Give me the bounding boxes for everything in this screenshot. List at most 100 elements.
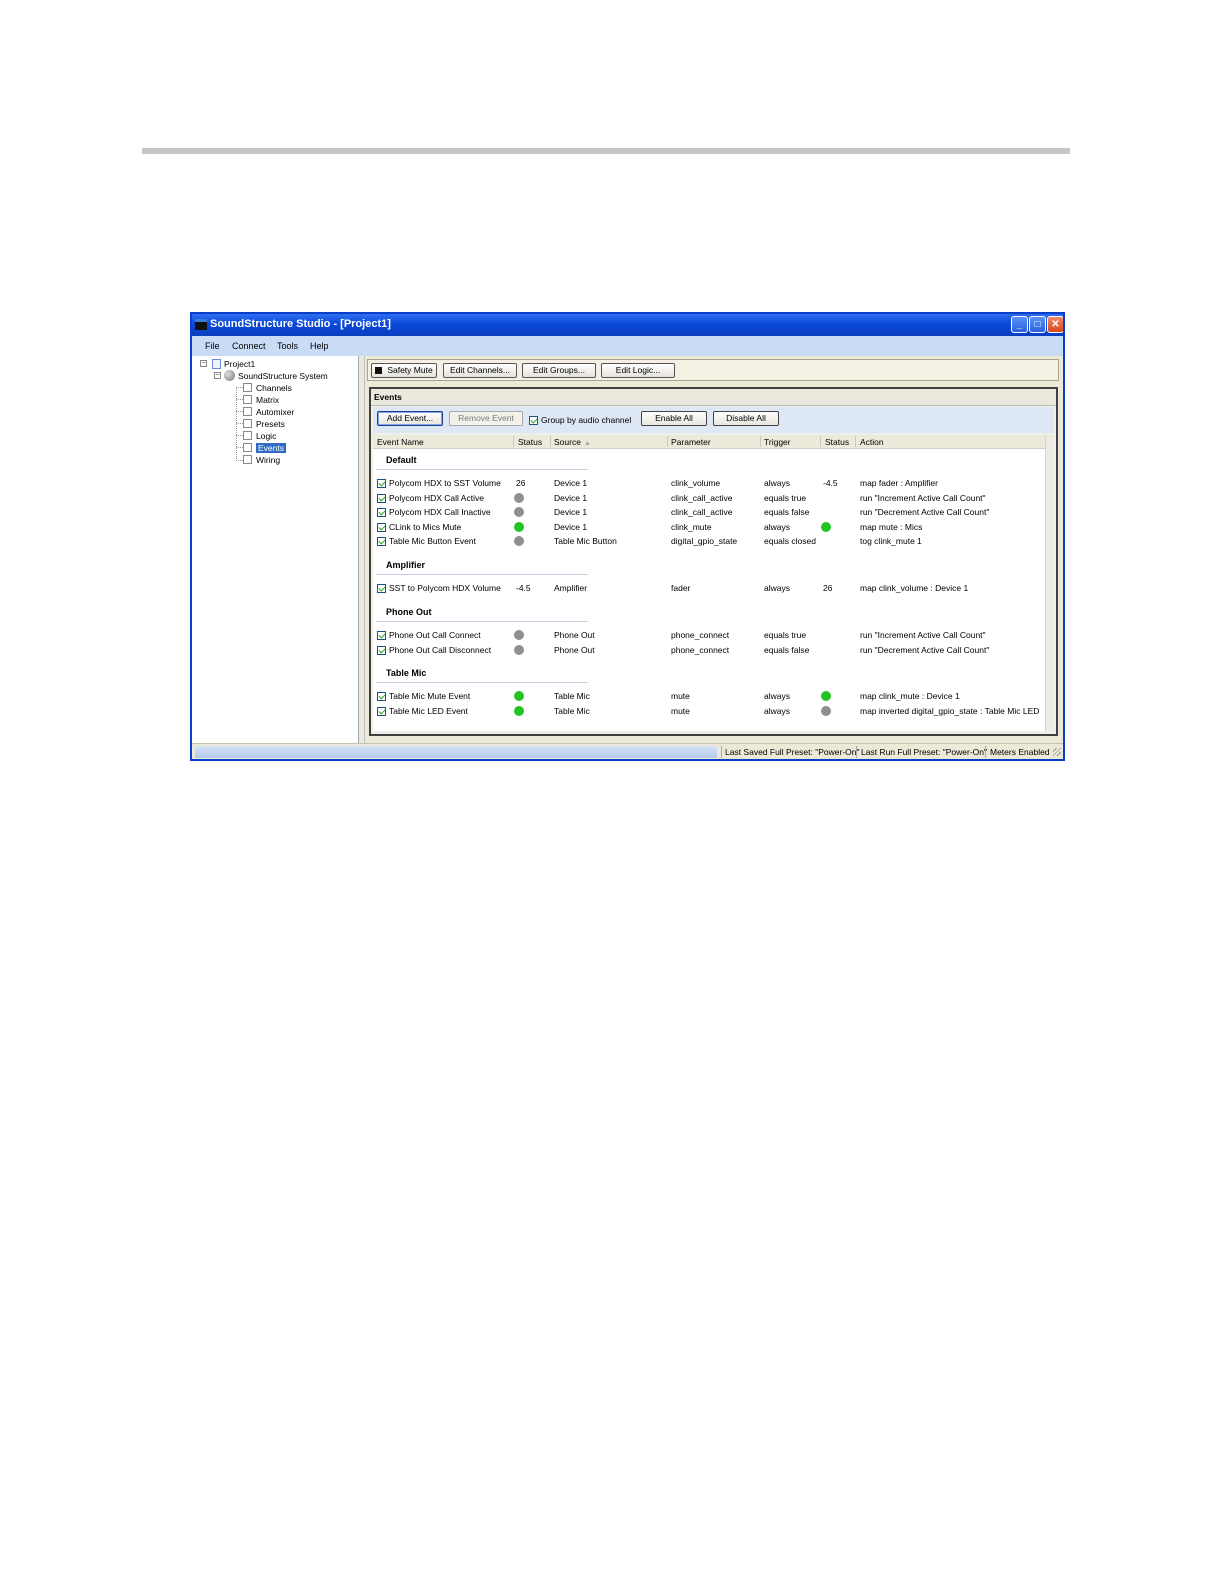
- column-status-2[interactable]: Status: [825, 437, 849, 447]
- cell-action: map mute : Mics: [860, 522, 923, 532]
- cell-source: Device 1: [554, 493, 588, 503]
- app-window: SoundStructure Studio - [Project1] _ □ ✕…: [190, 312, 1065, 761]
- status-green-indicator-icon: [514, 706, 524, 716]
- resize-grip-icon[interactable]: [1053, 748, 1061, 756]
- cell-parameter: clink_call_active: [671, 507, 733, 517]
- cell-source: Amplifier: [554, 583, 588, 593]
- tree-item-channels[interactable]: Channels: [243, 382, 292, 393]
- events-panel: Events Add Event... Remove Event Group b…: [369, 387, 1058, 736]
- event-enabled-checkbox[interactable]: [377, 646, 386, 655]
- event-enabled-checkbox[interactable]: [377, 707, 386, 716]
- cell-trigger: always: [764, 706, 790, 716]
- cell-trigger: equals closed: [764, 536, 816, 546]
- event-enabled-checkbox[interactable]: [377, 631, 386, 640]
- tree-item-wiring[interactable]: Wiring: [243, 454, 280, 465]
- column-divider[interactable]: [667, 436, 668, 447]
- status-gray-indicator-icon: [514, 630, 524, 640]
- event-enabled-checkbox[interactable]: [377, 479, 386, 488]
- stop-icon: [375, 367, 383, 374]
- add-event-button[interactable]: Add Event...: [377, 411, 443, 426]
- tree-item-matrix[interactable]: Matrix: [243, 394, 279, 405]
- checkbox-icon[interactable]: [529, 416, 538, 426]
- tree-item-logic[interactable]: Logic: [243, 430, 276, 441]
- column-parameter[interactable]: Parameter: [671, 437, 711, 447]
- pane-splitter[interactable]: [359, 356, 365, 743]
- cell-source: Device 1: [554, 507, 588, 517]
- column-divider[interactable]: [513, 436, 514, 447]
- events-table: Event Name Status Source ▲ Parameter Trig…: [373, 435, 1054, 731]
- column-action[interactable]: Action: [860, 437, 884, 447]
- safety-mute-button[interactable]: Safety Mute: [371, 363, 437, 378]
- column-divider[interactable]: [820, 436, 821, 447]
- disable-all-button[interactable]: Disable All: [713, 411, 779, 426]
- sort-ascending-icon: ▲: [583, 440, 591, 447]
- column-trigger[interactable]: Trigger: [764, 437, 791, 447]
- edit-channels-button[interactable]: Edit Channels...: [443, 363, 517, 378]
- cell-status2: 26: [823, 583, 833, 593]
- status-gray-indicator-icon: [514, 493, 524, 503]
- status-divider: [856, 746, 857, 758]
- cell-action: map inverted digital_gpio_state : Table …: [860, 706, 1040, 716]
- remove-event-button[interactable]: Remove Event: [449, 411, 523, 426]
- collapse-icon[interactable]: −: [214, 372, 221, 379]
- cell-parameter: phone_connect: [671, 645, 730, 655]
- menu-tools[interactable]: Tools: [277, 341, 298, 351]
- cell-source: Phone Out: [554, 630, 595, 640]
- tree-item-presets[interactable]: Presets: [243, 418, 285, 429]
- cell-name: Phone Out Call Disconnect: [389, 645, 492, 655]
- cell-name: Table Mic Mute Event: [389, 691, 471, 701]
- event-enabled-checkbox[interactable]: [377, 692, 386, 701]
- cell-parameter: fader: [671, 583, 691, 593]
- cell-trigger: equals true: [764, 630, 807, 640]
- column-source[interactable]: Source ▲: [554, 437, 591, 447]
- status-green-indicator-icon: [514, 691, 524, 701]
- column-divider[interactable]: [855, 436, 856, 447]
- group-by-channel-checkbox[interactable]: Group by audio channel: [529, 415, 631, 426]
- cell-trigger: always: [764, 522, 790, 532]
- cell-action: run "Increment Active Call Count": [860, 630, 986, 640]
- menu-bar: File Connect Tools Help: [192, 336, 1063, 356]
- column-divider[interactable]: [760, 436, 761, 447]
- cell-name: Table Mic Button Event: [389, 536, 476, 546]
- enable-all-button[interactable]: Enable All: [641, 411, 707, 426]
- collapse-icon[interactable]: −: [200, 360, 207, 367]
- tree-item-events[interactable]: Events: [243, 442, 286, 453]
- status-green-indicator-icon: [821, 522, 831, 532]
- cell-source: Device 1: [554, 478, 588, 488]
- cell-parameter: clink_mute: [671, 522, 712, 532]
- edit-groups-button[interactable]: Edit Groups...: [522, 363, 596, 378]
- column-status[interactable]: Status: [518, 437, 542, 447]
- event-enabled-checkbox[interactable]: [377, 537, 386, 546]
- cell-source: Device 1: [554, 522, 588, 532]
- main-toolbar: Safety Mute Edit Channels... Edit Groups…: [367, 359, 1059, 381]
- event-enabled-checkbox[interactable]: [377, 494, 386, 503]
- column-source-label: Source: [554, 437, 581, 447]
- wiring-icon: [243, 455, 252, 465]
- cell-parameter: mute: [671, 691, 690, 701]
- tree-guide-line: [236, 387, 243, 388]
- cell-action: map clink_mute : Device 1: [860, 691, 960, 701]
- tree-item-automixer[interactable]: Automixer: [243, 406, 294, 417]
- maximize-button[interactable]: □: [1029, 316, 1046, 333]
- close-button[interactable]: ✕: [1047, 316, 1063, 333]
- cell-trigger: equals false: [764, 645, 810, 655]
- table-scrollbar[interactable]: [1045, 435, 1054, 731]
- status-gray-indicator-icon: [514, 536, 524, 546]
- menu-help[interactable]: Help: [310, 341, 329, 351]
- menu-file[interactable]: File: [205, 341, 220, 351]
- minimize-button[interactable]: _: [1011, 316, 1028, 333]
- column-event-name[interactable]: Event Name: [377, 437, 424, 447]
- edit-logic-button[interactable]: Edit Logic...: [601, 363, 675, 378]
- event-enabled-checkbox[interactable]: [377, 584, 386, 593]
- cell-parameter: clink_volume: [671, 478, 721, 488]
- system-icon: [224, 370, 235, 382]
- cell-name: Polycom HDX to SST Volume: [389, 478, 501, 488]
- event-enabled-checkbox[interactable]: [377, 508, 386, 517]
- event-enabled-checkbox[interactable]: [377, 523, 386, 532]
- project-icon: [212, 358, 221, 369]
- page-header-rule: [142, 148, 1070, 154]
- menu-connect[interactable]: Connect: [232, 341, 266, 351]
- cell-name: SST to Polycom HDX Volume: [389, 583, 501, 593]
- column-divider[interactable]: [550, 436, 551, 447]
- title-bar[interactable]: SoundStructure Studio - [Project1] _ □ ✕: [192, 314, 1063, 336]
